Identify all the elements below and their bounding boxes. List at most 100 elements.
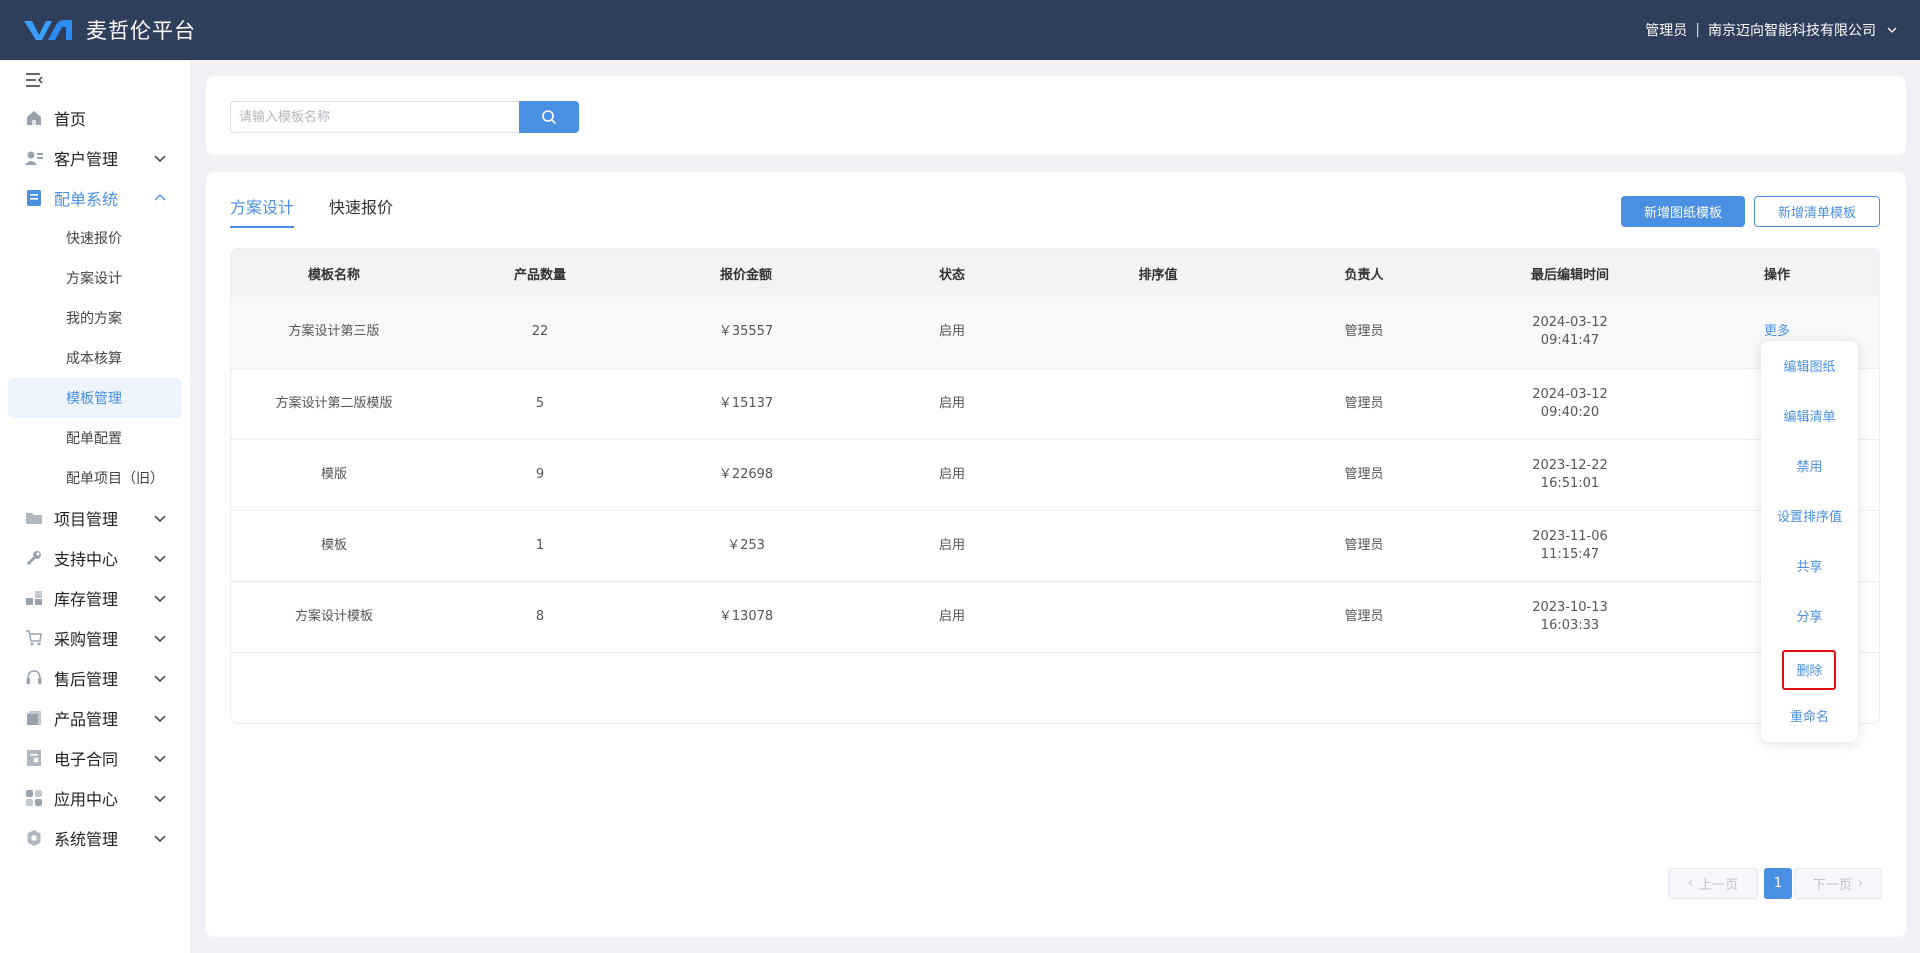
menu-item-delete[interactable]: 删除	[1761, 660, 1858, 679]
cell-qty: 8	[437, 581, 643, 653]
wrench-icon	[24, 548, 44, 568]
cell-amount: ￥15137	[643, 368, 849, 440]
cell-qty: 5	[437, 368, 643, 440]
sidebar-subitem-template-management[interactable]: 模板管理	[0, 378, 190, 418]
sidebar-subitem-order-project-old[interactable]: 配单项目（旧）	[0, 458, 190, 498]
sidebar-item-order-system[interactable]: 配单系统	[0, 178, 190, 218]
next-page-label: 下一页	[1812, 878, 1852, 893]
sidebar-item-support[interactable]: 支持中心	[0, 538, 190, 578]
column-header: 模板名称	[231, 249, 437, 297]
contract-icon	[24, 748, 44, 768]
sidebar-item-label: 系统管理	[54, 830, 119, 849]
sidebar-item-home[interactable]: 首页	[0, 98, 190, 138]
menu-item-rename[interactable]: 重命名	[1761, 706, 1858, 725]
menu-collapse-icon[interactable]	[24, 72, 44, 88]
sidebar-item-purchase[interactable]: 采购管理	[0, 618, 190, 658]
chevron-down-icon	[154, 715, 166, 722]
edit-date: 2024-03-12	[1532, 315, 1608, 331]
edit-date: 2024-03-12	[1532, 386, 1608, 402]
edit-time: 09:40:20	[1540, 404, 1600, 420]
sidebar-item-label: 配单系统	[54, 190, 119, 209]
sidebar-item-label: 采购管理	[54, 630, 119, 649]
sidebar-item-customer[interactable]: 客户管理	[0, 138, 190, 178]
search-button[interactable]	[519, 101, 579, 133]
prev-page-button[interactable]: ‹ 上一页	[1668, 868, 1758, 899]
edit-time: 16:51:01	[1540, 475, 1600, 491]
add-drawing-template-button[interactable]: 新增图纸模板	[1621, 196, 1745, 227]
user-role: 管理员	[1645, 23, 1688, 39]
cell-amount: ￥253	[643, 510, 849, 582]
cell-status: 启用	[849, 439, 1055, 511]
chevron-down-icon	[154, 155, 166, 162]
sidebar-subitem-order-config[interactable]: 配单配置	[0, 418, 190, 458]
sidebar-item-system[interactable]: 系统管理	[0, 818, 190, 858]
edit-date: 2023-10-13	[1532, 599, 1608, 615]
cell-amount: ￥35557	[643, 297, 849, 369]
sidebar-item-label: 售后管理	[54, 670, 119, 689]
cell-qty: 22	[437, 297, 643, 369]
cell-edit-time: 2023-12-22 16:51:01	[1467, 439, 1673, 511]
top-bar: 麦哲伦平台 管理员 | 南京迈向智能科技有限公司	[0, 0, 1920, 60]
cell-owner: 管理员	[1261, 297, 1467, 369]
chevron-down-icon[interactable]	[1886, 24, 1898, 36]
sidebar-item-label: 支持中心	[54, 550, 119, 569]
sidebar-item-label: 应用中心	[54, 790, 119, 809]
menu-item-set-sort-value[interactable]: 设置排序值	[1761, 506, 1858, 525]
tab-solution-design[interactable]: 方案设计	[230, 194, 295, 228]
cell-status: 启用	[849, 368, 1055, 440]
sidebar-subitem-my-solutions[interactable]: 我的方案	[0, 298, 190, 338]
sidebar-item-project[interactable]: 项目管理	[0, 498, 190, 538]
gear-icon	[24, 828, 44, 848]
sidebar-item-after-sales[interactable]: 售后管理	[0, 658, 190, 698]
more-actions-menu: 编辑图纸 编辑清单 禁用 设置排序值 共享 分享 删除 重命名	[1761, 341, 1858, 742]
template-table: 模板名称 产品数量 报价金额 状态 排序值 负责人 最后编辑时间 操作 方案设计…	[230, 248, 1880, 724]
box-icon	[24, 708, 44, 728]
sidebar-subitem-label: 成本核算	[66, 351, 122, 367]
tab-quick-quote[interactable]: 快速报价	[329, 194, 393, 228]
page-number-current[interactable]: 1	[1764, 868, 1792, 899]
table-row[interactable]: 方案设计第二版模版 5 ￥15137 启用 管理员 2024-03-12 09:4…	[231, 368, 1879, 440]
inventory-icon	[24, 588, 44, 608]
apps-icon	[24, 788, 44, 808]
sidebar: 首页 客户管理 配单系统 快速报价 方案设计 我的方案 成本核算 模板管理 配单…	[0, 60, 190, 953]
sidebar-item-contract[interactable]: 电子合同	[0, 738, 190, 778]
table-row[interactable]: 方案设计模板 8 ￥13078 启用 管理员 2023-10-13 16:03:3…	[231, 581, 1879, 653]
table-row[interactable]: 模版 9 ￥22698 启用 管理员 2023-12-22 16:51:01	[231, 439, 1879, 511]
cell-edit-time: 2024-03-12 09:41:47	[1467, 297, 1673, 369]
menu-item-share[interactable]: 分享	[1761, 606, 1858, 625]
cell-name: 模版	[231, 439, 437, 511]
chevron-down-icon	[154, 595, 166, 602]
cell-name: 方案设计第三版	[231, 297, 437, 369]
sidebar-subitem-quick-quote[interactable]: 快速报价	[0, 218, 190, 258]
sidebar-item-label: 客户管理	[54, 150, 119, 169]
table-row[interactable]: 模板 1 ￥253 启用 管理员 2023-11-06 11:15:47	[231, 510, 1879, 582]
logo[interactable]: 麦哲伦平台	[0, 0, 196, 60]
column-header: 产品数量	[437, 249, 643, 297]
chevron-down-icon	[154, 675, 166, 682]
chevron-down-icon	[154, 555, 166, 562]
cell-amount: ￥22698	[643, 439, 849, 511]
menu-item-edit-list[interactable]: 编辑清单	[1761, 406, 1858, 425]
sidebar-subitem-label: 快速报价	[66, 231, 122, 247]
sidebar-subitem-solution-design[interactable]: 方案设计	[0, 258, 190, 298]
search-input[interactable]	[230, 101, 526, 133]
home-icon	[24, 108, 44, 128]
sidebar-item-inventory[interactable]: 库存管理	[0, 578, 190, 618]
sidebar-item-apps[interactable]: 应用中心	[0, 778, 190, 818]
table-row[interactable]: 方案设计第三版 22 ￥35557 启用 管理员 2024-03-12 09:41…	[231, 297, 1879, 369]
edit-time: 11:15:47	[1540, 546, 1600, 562]
cell-sort	[1055, 439, 1261, 511]
column-header: 操作	[1673, 249, 1879, 297]
next-page-button[interactable]: 下一页 ›	[1794, 868, 1882, 899]
add-list-template-button[interactable]: 新增清单模板	[1754, 196, 1880, 227]
cart-icon	[24, 628, 44, 648]
chevron-left-icon: ‹	[1687, 876, 1694, 891]
menu-item-share-internal[interactable]: 共享	[1761, 556, 1858, 575]
menu-item-disable[interactable]: 禁用	[1761, 456, 1858, 475]
edit-date: 2023-12-22	[1532, 457, 1608, 473]
user-menu[interactable]: 管理员 | 南京迈向智能科技有限公司	[1645, 0, 1898, 60]
cell-owner: 管理员	[1261, 510, 1467, 582]
menu-item-edit-drawing[interactable]: 编辑图纸	[1761, 356, 1858, 375]
sidebar-subitem-cost-accounting[interactable]: 成本核算	[0, 338, 190, 378]
sidebar-item-product[interactable]: 产品管理	[0, 698, 190, 738]
